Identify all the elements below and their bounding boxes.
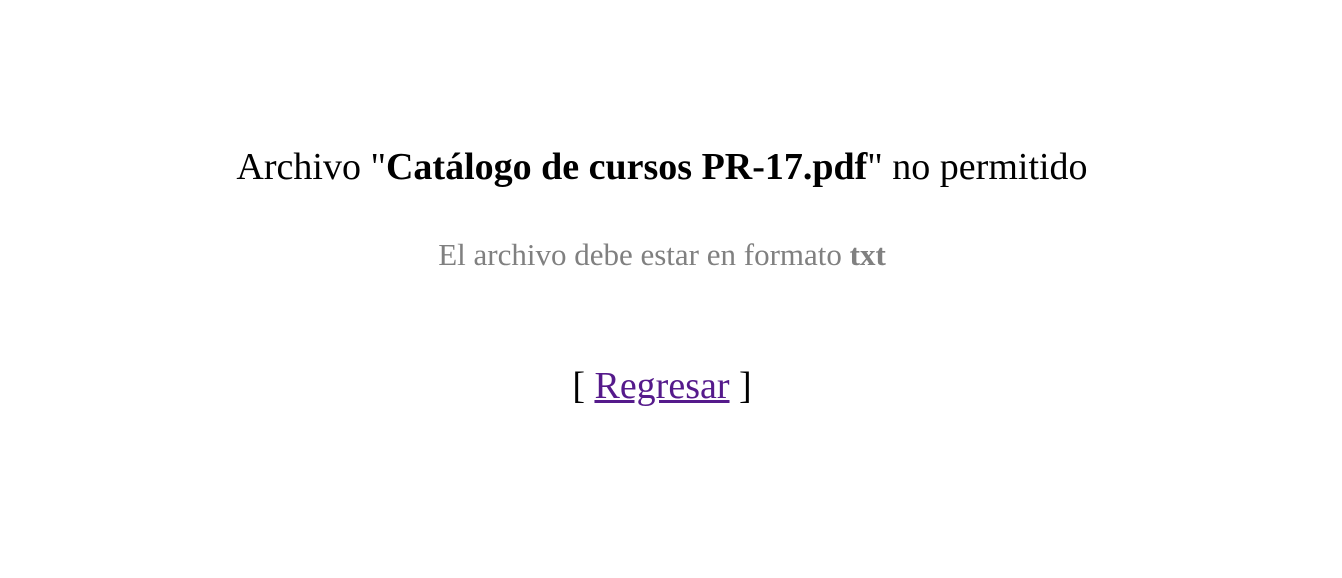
error-filename: Catálogo de cursos PR-17.pdf <box>385 146 868 188</box>
requirement-text: El archivo debe estar en formato <box>438 237 850 272</box>
error-message: Archivo "Catálogo de cursos PR-17.pdf" n… <box>0 143 1324 191</box>
back-link[interactable]: Regresar <box>594 365 729 407</box>
close-bracket: ] <box>729 365 752 407</box>
error-prefix: Archivo " <box>236 146 386 188</box>
open-bracket: [ <box>572 365 595 407</box>
format-requirement: El archivo debe estar en formato txt <box>0 235 1324 275</box>
error-suffix: " no permitido <box>867 146 1088 188</box>
back-navigation: [ Regresar ] <box>0 362 1324 410</box>
required-format: txt <box>849 237 886 272</box>
